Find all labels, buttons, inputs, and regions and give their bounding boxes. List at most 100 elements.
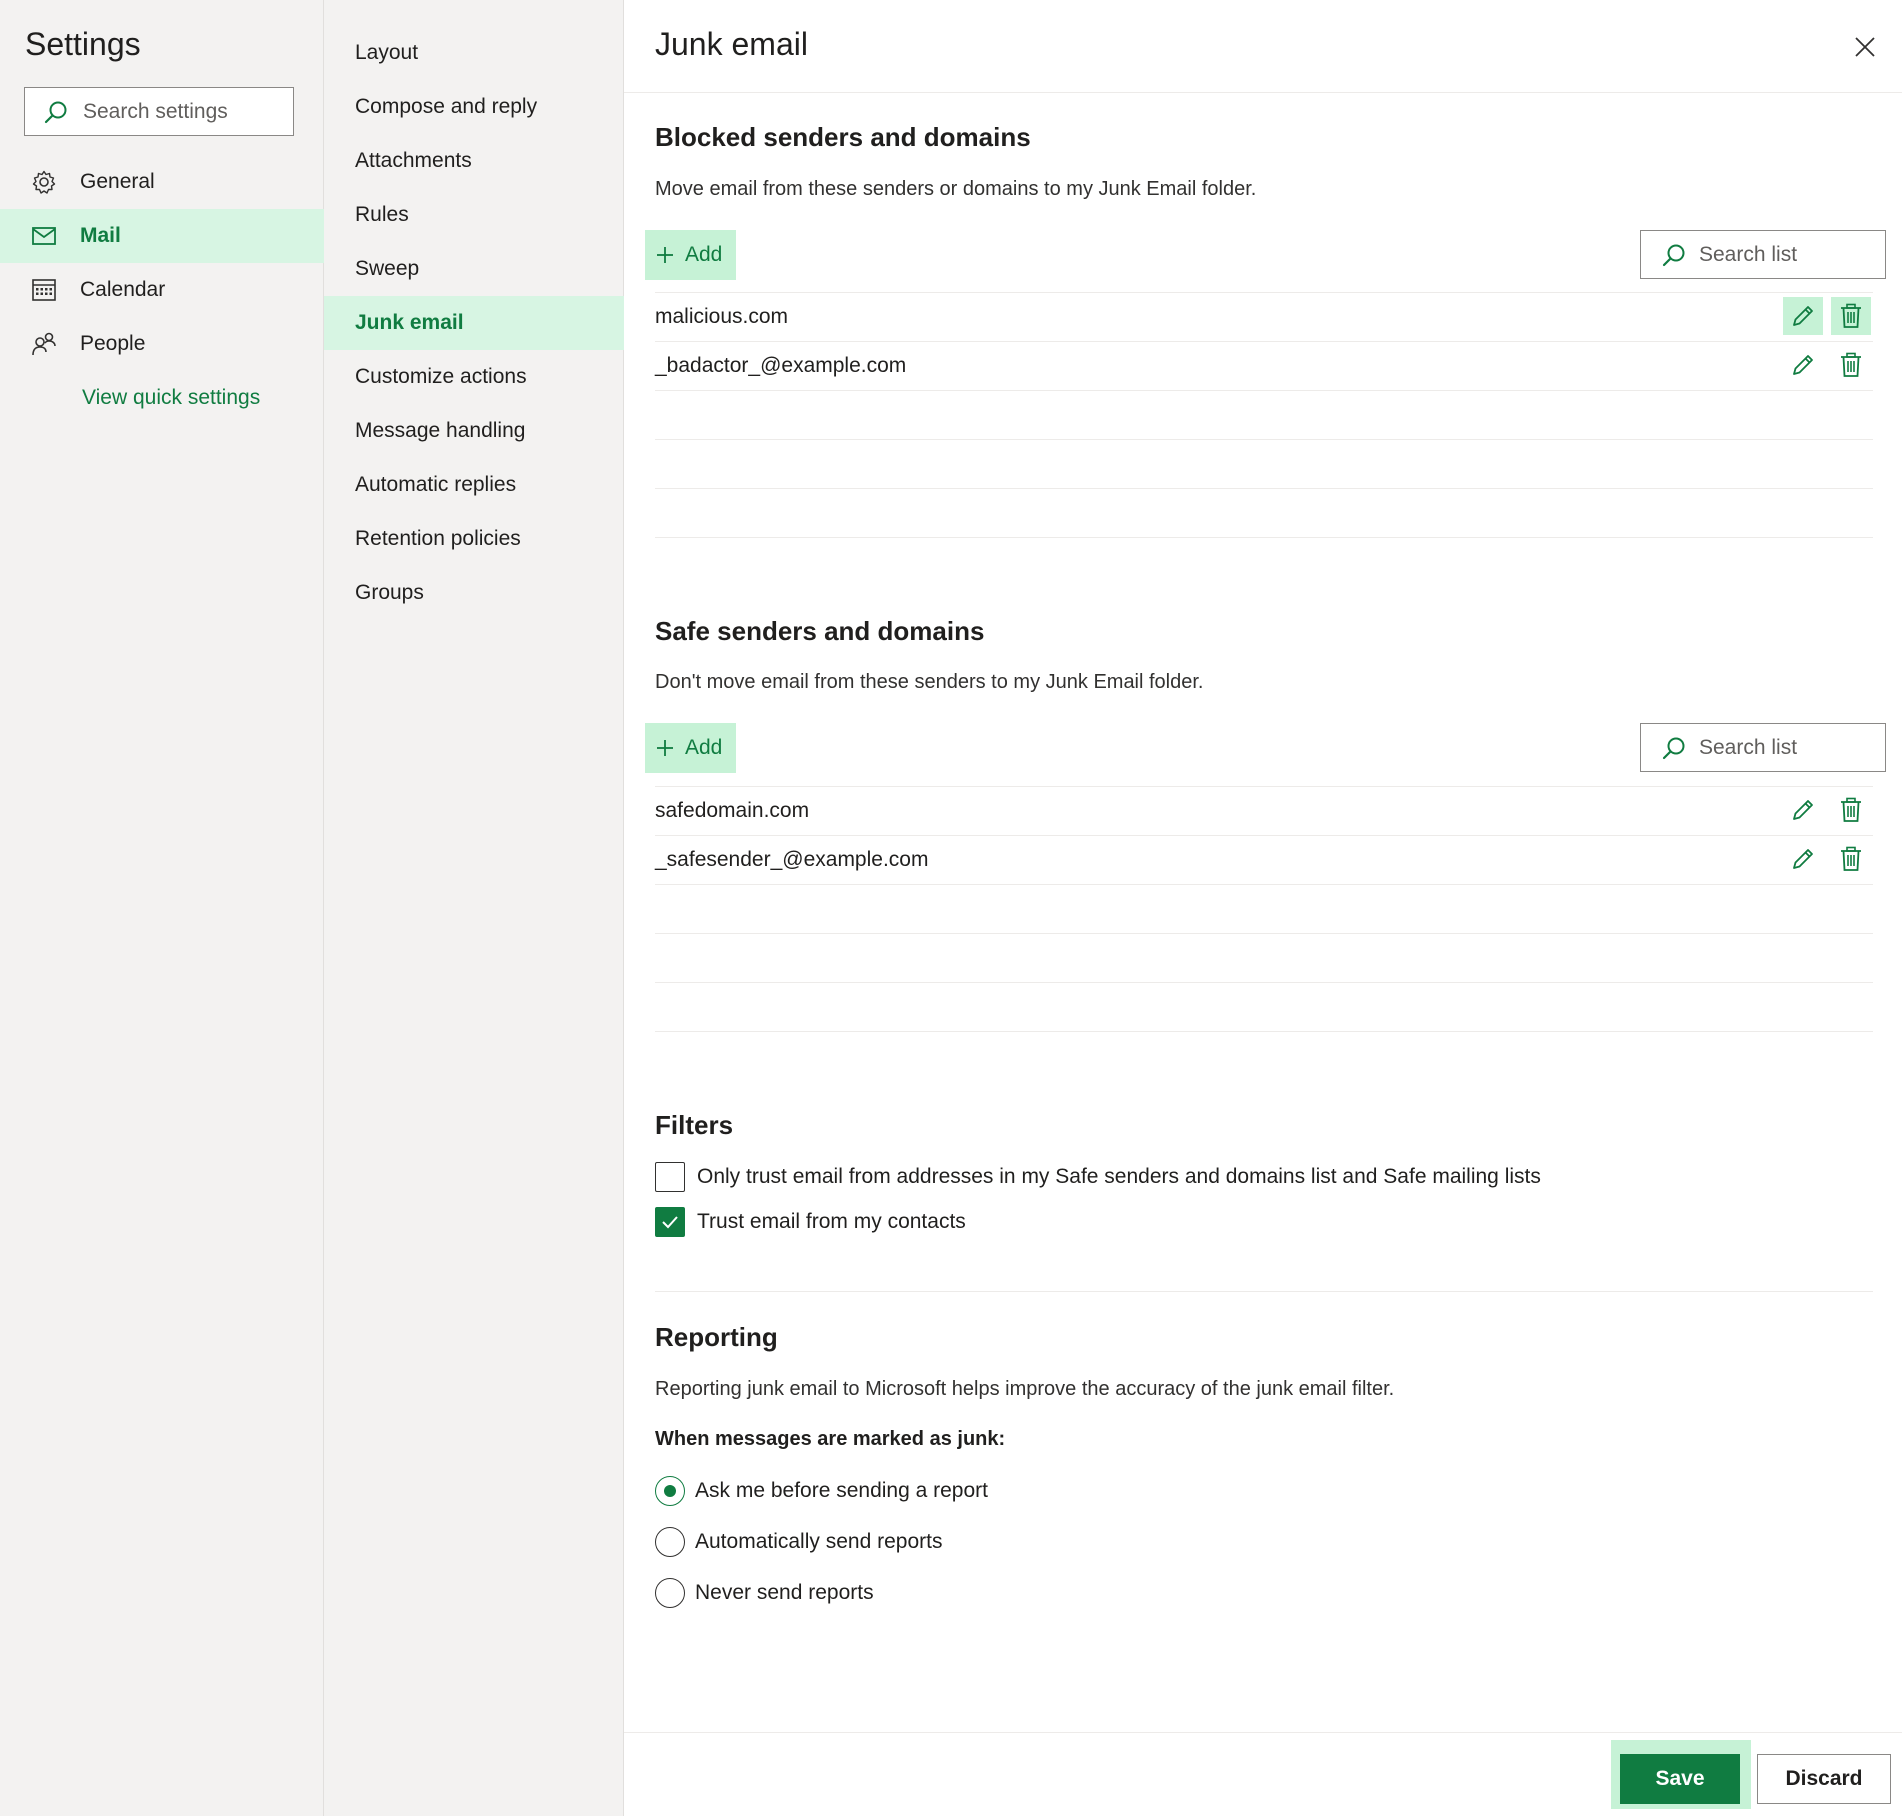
nav-compose-and-reply[interactable]: Compose and reply [324,80,624,134]
mail-settings-nav: Layout Compose and reply Attachments Rul… [324,26,624,620]
safe-section-description: Don't move email from these senders to m… [655,671,1204,693]
category-calendar[interactable]: Calendar [0,263,324,317]
filter-option-trust-contacts[interactable]: Trust email from my contacts [655,1207,966,1237]
list-item: _safesender_@example.com [655,835,1873,884]
save-button[interactable]: Save [1620,1754,1740,1804]
trash-icon [1841,303,1861,328]
safe-entry-text: safedomain.com [655,799,810,822]
search-settings-input[interactable]: Search settings [24,87,294,136]
safe-add-label: Add [685,736,723,759]
delete-button[interactable] [1831,840,1871,878]
report-option-never[interactable]: Never send reports [655,1578,874,1608]
ask-radio[interactable] [655,1476,685,1506]
nav-junk-email[interactable]: Junk email [324,296,624,350]
pencil-icon [1793,849,1813,869]
empty-list-row [655,390,1873,439]
safe-entry-text: _safesender_@example.com [655,848,929,871]
search-icon [1662,737,1685,759]
title-divider [624,92,1902,93]
view-quick-settings-link[interactable]: View quick settings [82,386,260,410]
edit-button[interactable] [1783,346,1823,384]
never-label: Never send reports [695,1581,874,1604]
edit-button[interactable] [1783,297,1823,335]
nav-retention-policies[interactable]: Retention policies [324,512,624,566]
close-icon [1855,37,1875,57]
report-option-ask[interactable]: Ask me before sending a report [655,1476,988,1506]
never-radio[interactable] [655,1578,685,1608]
trash-icon [1841,797,1861,822]
blocked-list: malicious.com _badactor_@example.com [655,292,1873,538]
automatic-label: Automatically send reports [695,1530,943,1553]
safe-add-button[interactable]: Add [645,723,737,773]
nav-sweep[interactable]: Sweep [324,242,624,296]
pencil-icon [1793,800,1813,820]
delete-button[interactable] [1831,346,1871,384]
reporting-description: Reporting junk email to Microsoft helps … [655,1378,1395,1400]
trust-contacts-checkbox[interactable] [655,1207,685,1237]
pencil-icon [1793,355,1813,375]
discard-button[interactable]: Discard [1757,1754,1891,1804]
category-mail[interactable]: Mail [0,209,324,263]
nav-groups[interactable]: Groups [324,566,624,620]
blocked-entry-text: _badactor_@example.com [655,354,907,377]
footer-divider [624,1732,1902,1733]
row-actions [1783,297,1871,335]
safe-section-title: Safe senders and domains [655,616,985,646]
search-settings-placeholder: Search settings [83,99,228,123]
search-icon [1662,244,1685,266]
nav-automatic-replies[interactable]: Automatic replies [324,458,624,512]
nav-customize-actions[interactable]: Customize actions [324,350,624,404]
settings-title: Settings [25,26,141,62]
list-divider [655,1031,1873,1032]
category-people[interactable]: People [0,317,324,371]
category-calendar-label: Calendar [80,278,166,301]
trash-icon [1841,352,1861,377]
delete-button[interactable] [1831,791,1871,829]
page-title: Junk email [655,26,808,62]
settings-sidebar: Settings Search settings General Mail Ca… [0,0,324,1816]
edit-button[interactable] [1783,840,1823,878]
blocked-section-description: Move email from these senders or domains… [655,178,1257,200]
nav-layout[interactable]: Layout [324,26,624,80]
edit-button[interactable] [1783,791,1823,829]
row-actions [1783,791,1871,829]
category-people-label: People [80,332,146,355]
reporting-sub-label: When messages are marked as junk: [655,1428,1006,1450]
nav-attachments[interactable]: Attachments [324,134,624,188]
trash-icon [1841,846,1861,871]
filters-section-title: Filters [655,1110,734,1140]
empty-list-row [655,933,1873,982]
empty-list-row [655,884,1873,933]
junk-email-panel: Junk email Blocked senders and domains M… [624,0,1902,1816]
safe-search-placeholder: Search list [1699,735,1798,759]
report-option-automatic[interactable]: Automatically send reports [655,1527,942,1557]
list-item: _badactor_@example.com [655,341,1873,390]
people-icon [30,330,58,358]
trust-contacts-label: Trust email from my contacts [697,1210,966,1233]
list-divider [655,537,1873,538]
category-general[interactable]: General [0,155,324,209]
blocked-search-placeholder: Search list [1699,242,1798,266]
nav-message-handling[interactable]: Message handling [324,404,624,458]
blocked-add-button[interactable]: Add [645,230,737,280]
search-icon [44,101,67,123]
reporting-section-title: Reporting [655,1322,778,1352]
safe-search-list-input[interactable]: Search list [1640,723,1886,772]
pencil-icon [1793,306,1813,326]
filter-option-safe-only[interactable]: Only trust email from addresses in my Sa… [655,1162,1541,1192]
automatic-radio[interactable] [655,1527,685,1557]
blocked-add-label: Add [685,243,723,266]
close-button[interactable] [1848,30,1882,64]
delete-button[interactable] [1831,297,1871,335]
safe-only-checkbox[interactable] [655,1162,685,1192]
checkmark-icon [662,1216,678,1229]
category-mail-label: Mail [80,224,121,247]
nav-rules[interactable]: Rules [324,188,624,242]
blocked-search-list-input[interactable]: Search list [1640,230,1886,279]
mail-icon [30,222,58,250]
plus-icon [657,247,673,263]
empty-list-row [655,488,1873,537]
row-actions [1783,840,1871,878]
safe-only-label: Only trust email from addresses in my Sa… [697,1165,1541,1188]
calendar-icon [30,276,58,304]
